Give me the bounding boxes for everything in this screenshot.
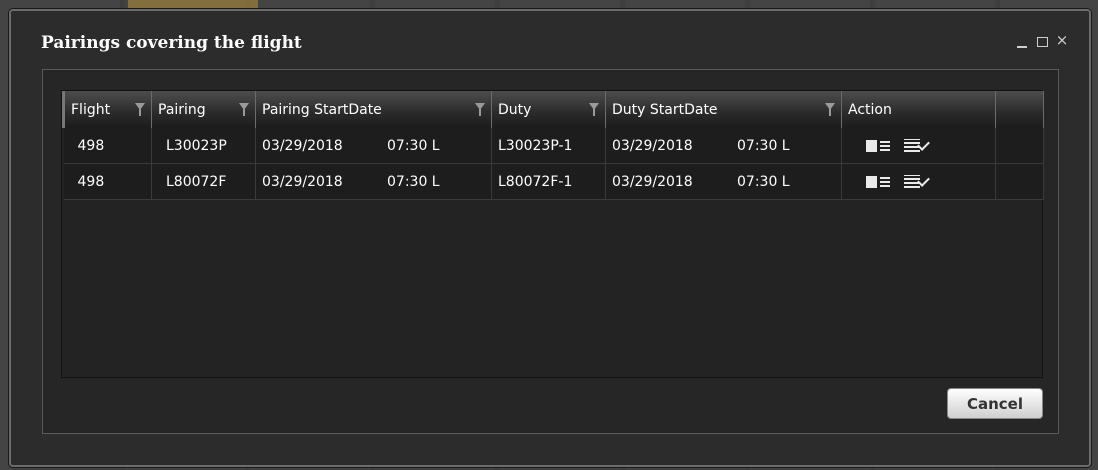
pairings-table: Flight Pairing Pairing StartDate Duty Du… (62, 91, 1044, 200)
cell-pairing-startdate: 03/29/2018 07:30 L (255, 128, 492, 164)
dialog-title: Pairings covering the flight (41, 33, 302, 53)
cell-flight: 498 (63, 163, 152, 200)
column-header-action: Action (841, 91, 996, 128)
cell-flight: 498 (63, 128, 152, 164)
column-label: Action (848, 101, 892, 118)
duty-start-time: 07:30 L (737, 137, 790, 154)
column-label: Flight (71, 101, 111, 118)
column-label: Pairing StartDate (262, 101, 382, 118)
table-row[interactable]: 498 L30023P 03/29/2018 07:30 L L30023P-1 … (63, 128, 1044, 164)
table-header-row: Flight Pairing Pairing StartDate Duty Du… (62, 91, 1044, 128)
cell-duty-startdate: 03/29/2018 07:30 L (605, 128, 842, 164)
cancel-button[interactable]: Cancel (947, 388, 1043, 419)
cell-duty: L80072F-1 (491, 163, 606, 200)
cell-duty-startdate: 03/29/2018 07:30 L (605, 163, 842, 200)
column-header-flight[interactable]: Flight (62, 91, 152, 128)
crew-details-icon[interactable] (866, 175, 890, 188)
pairings-dialog: Pairings covering the flight × Flight Pa… (9, 9, 1091, 467)
cell-pairing-startdate: 03/29/2018 07:30 L (255, 163, 492, 200)
column-label: Duty StartDate (612, 101, 718, 118)
cell-action (841, 163, 996, 200)
minimize-icon[interactable] (1015, 31, 1029, 51)
column-label: Duty (498, 101, 532, 118)
maximize-icon[interactable] (1035, 31, 1049, 51)
column-header-spacer (995, 91, 1044, 128)
column-header-duty-startdate[interactable]: Duty StartDate (605, 91, 842, 128)
filter-icon[interactable] (239, 103, 249, 116)
pairings-grid: Flight Pairing Pairing StartDate Duty Du… (61, 90, 1044, 378)
cell-spacer (995, 163, 1044, 200)
duty-start-date: 03/29/2018 (612, 173, 693, 190)
filter-icon[interactable] (825, 103, 835, 116)
column-header-pairing-startdate[interactable]: Pairing StartDate (255, 91, 492, 128)
filter-icon[interactable] (475, 103, 485, 116)
cell-duty: L30023P-1 (491, 128, 606, 164)
filter-icon[interactable] (135, 103, 145, 116)
cell-pairing: L80072F (151, 163, 256, 200)
cell-spacer (995, 128, 1044, 164)
pairing-start-date: 03/29/2018 (262, 173, 343, 190)
assign-checklist-icon[interactable] (904, 174, 930, 189)
column-header-pairing[interactable]: Pairing (151, 91, 256, 128)
pairing-start-date: 03/29/2018 (262, 137, 343, 154)
window-controls: × (1015, 31, 1069, 51)
close-icon[interactable]: × (1055, 31, 1069, 51)
column-label: Pairing (158, 101, 206, 118)
filter-icon[interactable] (589, 103, 599, 116)
duty-start-time: 07:30 L (737, 173, 790, 190)
content-panel: Flight Pairing Pairing StartDate Duty Du… (42, 69, 1059, 434)
pairing-start-time: 07:30 L (387, 137, 440, 154)
assign-checklist-icon[interactable] (904, 138, 930, 153)
duty-start-date: 03/29/2018 (612, 137, 693, 154)
cell-action (841, 128, 996, 164)
crew-details-icon[interactable] (866, 139, 890, 152)
cell-pairing: L30023P (151, 128, 256, 164)
pairing-start-time: 07:30 L (387, 173, 440, 190)
table-row[interactable]: 498 L80072F 03/29/2018 07:30 L L80072F-1 … (63, 163, 1044, 200)
column-header-duty[interactable]: Duty (491, 91, 606, 128)
